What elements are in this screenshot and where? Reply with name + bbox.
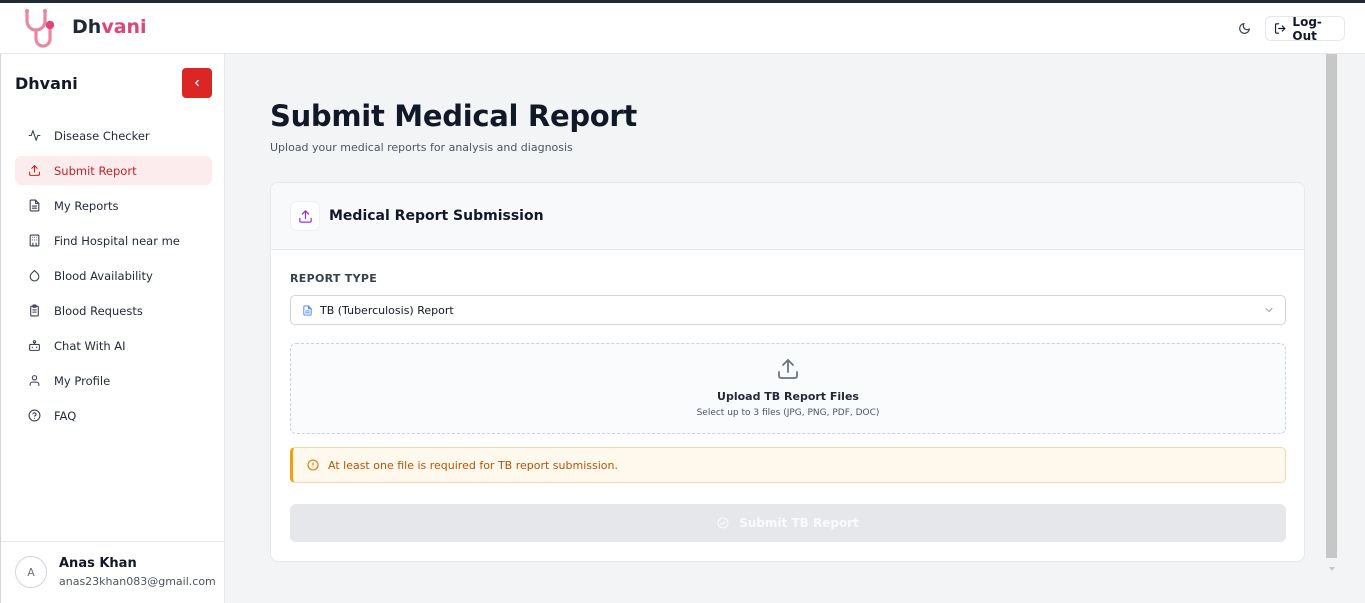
sidebar-item-label: Blood Availability bbox=[54, 268, 153, 283]
user-email: anas23khan083@gmail.com bbox=[59, 575, 216, 588]
submit-label: Submit TB Report bbox=[739, 516, 859, 530]
log-out-icon bbox=[1274, 23, 1286, 34]
user-icon bbox=[27, 374, 41, 388]
top-header: Dhvani Log-Out bbox=[0, 3, 1365, 54]
sidebar-item-label: Find Hospital near me bbox=[54, 233, 180, 248]
page-title: Submit Medical Report bbox=[270, 99, 637, 133]
brand-name[interactable]: Dhvani bbox=[72, 16, 147, 38]
sidebar-title: Dhvani bbox=[15, 74, 78, 93]
sidebar-item-label: FAQ bbox=[54, 408, 77, 423]
sidebar-item-label: Submit Report bbox=[54, 163, 137, 178]
main-content: Submit Medical Report Upload your medica… bbox=[225, 54, 1325, 603]
sidebar-collapse-button[interactable] bbox=[182, 68, 212, 98]
building-icon bbox=[27, 234, 41, 248]
file-text-icon bbox=[27, 199, 41, 213]
upload-icon bbox=[291, 202, 319, 230]
upload-title: Upload TB Report Files bbox=[717, 390, 859, 403]
check-circle-icon bbox=[717, 517, 729, 529]
file-upload-dropzone[interactable]: Upload TB Report Files Select up to 3 fi… bbox=[290, 343, 1286, 434]
stethoscope-logo-icon[interactable] bbox=[21, 7, 65, 51]
upload-icon bbox=[778, 359, 798, 379]
sidebar-item-submit-report[interactable]: Submit Report bbox=[15, 156, 212, 185]
sidebar: Dhvani Disease Checker Submit Report My … bbox=[0, 54, 225, 603]
file-text-icon bbox=[303, 304, 312, 316]
droplet-icon bbox=[27, 269, 41, 283]
submit-report-button[interactable]: Submit TB Report bbox=[290, 504, 1286, 542]
user-profile-footer[interactable]: A Anas Khan anas23khan083@gmail.com bbox=[1, 541, 225, 603]
sidebar-item-label: My Reports bbox=[54, 198, 119, 213]
alert-text: At least one file is required for TB rep… bbox=[328, 458, 618, 472]
sidebar-item-blood-availability[interactable]: Blood Availability bbox=[15, 261, 212, 290]
brand-name-part2: vani bbox=[101, 16, 147, 38]
theme-toggle-button[interactable] bbox=[1234, 18, 1254, 38]
logout-button[interactable]: Log-Out bbox=[1265, 14, 1345, 43]
alert-circle-icon bbox=[307, 459, 319, 471]
upload-icon bbox=[27, 164, 41, 178]
sidebar-item-disease-checker[interactable]: Disease Checker bbox=[15, 121, 212, 150]
sidebar-item-label: Blood Requests bbox=[54, 303, 143, 318]
report-type-select[interactable]: TB (Tuberculosis) Report bbox=[290, 295, 1286, 325]
activity-icon bbox=[27, 129, 41, 143]
scroll-down-arrow-icon[interactable] bbox=[1328, 565, 1336, 573]
page-subtitle: Upload your medical reports for analysis… bbox=[270, 141, 573, 154]
logout-label: Log-Out bbox=[1292, 14, 1322, 43]
bot-icon bbox=[27, 339, 41, 353]
sidebar-item-label: Disease Checker bbox=[54, 128, 150, 143]
sidebar-item-chat-with-ai[interactable]: Chat With AI bbox=[15, 331, 212, 360]
report-submission-card: Medical Report Submission REPORT TYPE TB… bbox=[270, 182, 1305, 562]
help-circle-icon bbox=[27, 409, 41, 423]
avatar: A bbox=[15, 556, 47, 588]
user-name: Anas Khan bbox=[59, 556, 137, 571]
sidebar-item-my-profile[interactable]: My Profile bbox=[15, 366, 212, 395]
report-type-label: REPORT TYPE bbox=[290, 272, 378, 285]
sidebar-nav: Disease Checker Submit Report My Reports… bbox=[15, 121, 212, 436]
sidebar-item-blood-requests[interactable]: Blood Requests bbox=[15, 296, 212, 325]
report-type-value: TB (Tuberculosis) Report bbox=[320, 303, 454, 317]
moon-icon bbox=[1238, 22, 1250, 34]
chevron-left-icon bbox=[195, 79, 199, 87]
upload-hint: Select up to 3 files (JPG, PNG, PDF, DOC… bbox=[696, 408, 880, 418]
chevron-down-icon bbox=[1265, 308, 1273, 312]
sidebar-item-label: Chat With AI bbox=[54, 338, 126, 353]
card-title: Medical Report Submission bbox=[329, 208, 544, 224]
sidebar-item-find-hospital[interactable]: Find Hospital near me bbox=[15, 226, 212, 255]
validation-alert: At least one file is required for TB rep… bbox=[290, 447, 1286, 483]
sidebar-item-label: My Profile bbox=[54, 373, 111, 388]
card-header: Medical Report Submission bbox=[271, 183, 1304, 250]
brand-name-part1: Dh bbox=[72, 16, 102, 38]
sidebar-item-faq[interactable]: FAQ bbox=[15, 401, 212, 430]
clipboard-icon bbox=[27, 304, 41, 318]
scrollbar-thumb[interactable] bbox=[1326, 54, 1337, 558]
sidebar-item-my-reports[interactable]: My Reports bbox=[15, 191, 212, 220]
